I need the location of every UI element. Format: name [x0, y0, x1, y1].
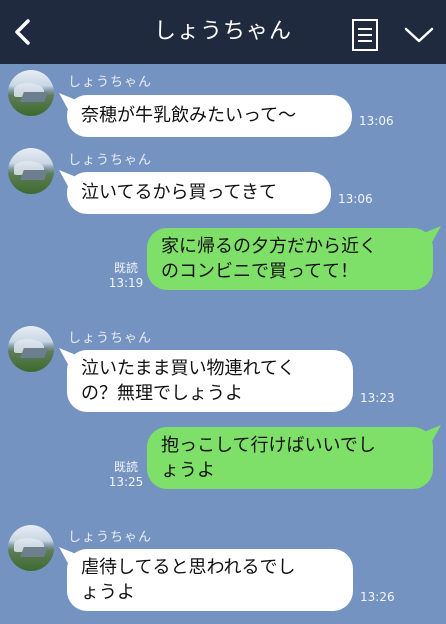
- message-bubble[interactable]: 泣いてるから買ってきて: [67, 172, 331, 214]
- read-label: 既読: [113, 460, 138, 474]
- sender-name: しょうちゃん: [68, 331, 153, 346]
- read-label: 既読: [113, 261, 138, 275]
- message-time: 13:26: [360, 590, 395, 604]
- avatar[interactable]: [8, 148, 54, 194]
- message-text: 家に帰るの夕方だから近く: [161, 236, 377, 257]
- message-text: 抱っこして行けばいいでし: [161, 435, 376, 456]
- avatar[interactable]: [8, 525, 54, 571]
- document-list-icon: [352, 19, 378, 51]
- message-bubble[interactable]: 抱っこして行けばいいでし ょうよ: [147, 427, 433, 489]
- message-time: 13:06: [359, 114, 394, 128]
- menu-button[interactable]: [350, 18, 380, 52]
- message-text: 奈穂が牛乳飲みたいって〜: [81, 105, 297, 126]
- message-bubble[interactable]: 家に帰るの夕方だから近く のコンビニで買ってて！: [147, 228, 433, 290]
- chat-header: しょうちゃん: [0, 0, 446, 64]
- sender-name: しょうちゃん: [68, 75, 153, 90]
- back-button[interactable]: [6, 14, 42, 50]
- chevron-left-icon: [15, 19, 30, 45]
- message-time: 13:19: [108, 276, 144, 290]
- sender-name: しょうちゃん: [68, 153, 153, 168]
- message-text: 泣いたまま買い物連れてく: [81, 358, 296, 379]
- message-time: 13:23: [360, 391, 395, 405]
- message-text: のコンビニで買ってて！: [161, 261, 359, 282]
- avatar[interactable]: [8, 70, 54, 116]
- read-receipt: 既読 13:19: [108, 261, 144, 291]
- message-bubble[interactable]: 奈穂が牛乳飲みたいって〜: [67, 95, 352, 137]
- message-text: 虐待してると思われるでし: [81, 557, 296, 578]
- message-text: の？無理でしょうよ: [81, 383, 243, 404]
- read-receipt: 既読 13:25: [108, 460, 144, 490]
- more-options-button[interactable]: [402, 22, 436, 48]
- message-text: ょうよ: [161, 460, 215, 481]
- message-bubble[interactable]: 泣いたまま買い物連れてく の？無理でしょうよ: [67, 350, 353, 412]
- message-text: 泣いてるから買ってきて: [81, 182, 278, 203]
- avatar[interactable]: [8, 326, 54, 372]
- message-bubble[interactable]: 虐待してると思われるでし ょうよ: [67, 549, 353, 611]
- message-time: 13:25: [108, 475, 144, 489]
- sender-name: しょうちゃん: [68, 530, 153, 545]
- message-time: 13:06: [338, 192, 373, 206]
- message-text: ょうよ: [81, 582, 135, 603]
- chevron-down-icon: [404, 27, 434, 43]
- chat-title: しょうちゃん: [153, 19, 292, 44]
